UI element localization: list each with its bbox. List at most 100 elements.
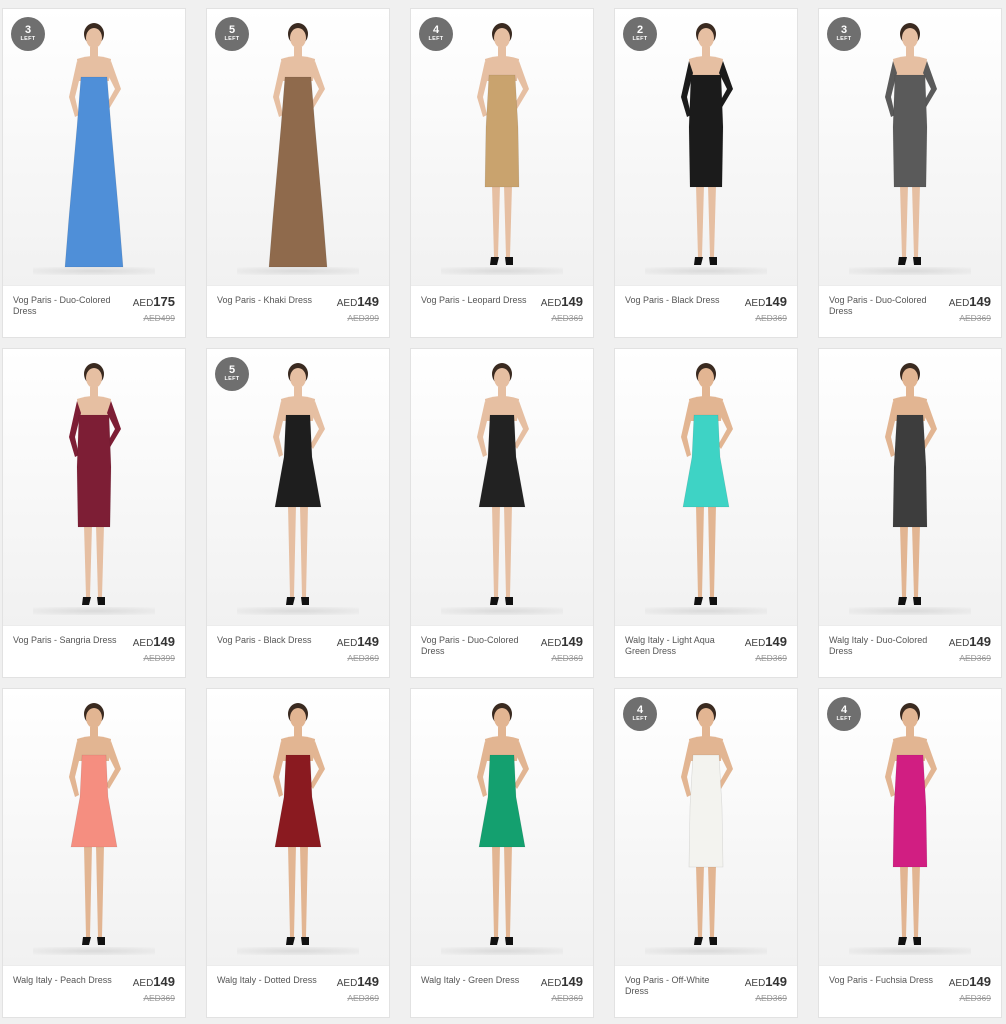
product-price: AED149 AED369 <box>949 633 991 663</box>
product-info: Vog Paris - Sangria Dress AED149 AED399 <box>3 625 185 677</box>
product-image[interactable]: 4 LEFT <box>615 689 797 965</box>
product-price: AED149 AED369 <box>745 973 787 1003</box>
price-currency: AED <box>336 978 358 989</box>
stock-left-badge: 4 LEFT <box>419 17 453 51</box>
product-image[interactable]: 5 LEFT <box>207 9 389 285</box>
product-image[interactable]: 3 LEFT <box>3 9 185 285</box>
product-name[interactable]: Vog Paris - Off-White Dress <box>625 975 733 997</box>
product-card[interactable]: Vog Paris - Duo-Colored Dress AED149 AED36… <box>410 348 594 678</box>
price-amount: 149 <box>153 634 175 649</box>
original-price: AED369 <box>959 653 991 663</box>
product-price: AED149 AED369 <box>745 633 787 663</box>
price-currency: AED <box>336 298 358 309</box>
product-name[interactable]: Vog Paris - Black Dress <box>217 635 325 646</box>
product-image[interactable] <box>615 349 797 625</box>
product-info: Vog Paris - Fuchsia Dress AED149 AED369 <box>819 965 1001 1017</box>
product-name[interactable]: Vog Paris - Duo-Colored Dress <box>829 295 937 317</box>
original-price: AED369 <box>347 993 379 1003</box>
product-name[interactable]: Vog Paris - Duo-Colored Dress <box>13 295 121 317</box>
product-image[interactable]: 4 LEFT <box>819 689 1001 965</box>
product-card[interactable]: 3 LEFT Vog Paris - Duo-Colored Dress AED175… <box>2 8 186 338</box>
product-info: Walg Italy - Green Dress AED149 AED369 <box>411 965 593 1017</box>
price-amount: 149 <box>153 974 175 989</box>
original-price: AED499 <box>143 313 175 323</box>
stock-left-label: LEFT <box>836 36 852 42</box>
stock-left-count: 4 <box>636 704 644 716</box>
stock-left-count: 3 <box>24 24 32 36</box>
price-currency: AED <box>744 638 766 649</box>
product-name[interactable]: Vog Paris - Leopard Dress <box>421 295 529 306</box>
model-figure <box>268 23 328 268</box>
product-image[interactable] <box>819 349 1001 625</box>
stock-left-count: 4 <box>840 704 848 716</box>
product-info: Vog Paris - Black Dress AED149 AED369 <box>207 625 389 677</box>
product-price: AED149 AED369 <box>949 293 991 323</box>
product-card[interactable]: 3 LEFT Vog Paris - Duo-Colored Dress AED149… <box>818 8 1002 338</box>
product-price: AED149 AED369 <box>337 633 379 663</box>
stock-left-label: LEFT <box>20 36 36 42</box>
product-image[interactable] <box>411 689 593 965</box>
product-name[interactable]: Vog Paris - Fuchsia Dress <box>829 975 937 986</box>
price-currency: AED <box>948 298 970 309</box>
price-amount: 149 <box>969 634 991 649</box>
product-info: Walg Italy - Light Aqua Green Dress AED14… <box>615 625 797 677</box>
product-card[interactable]: Walg Italy - Light Aqua Green Dress AED14… <box>614 348 798 678</box>
price-amount: 149 <box>765 634 787 649</box>
product-card[interactable]: Walg Italy - Peach Dress AED149 AED369 <box>2 688 186 1018</box>
product-name[interactable]: Walg Italy - Green Dress <box>421 975 529 986</box>
product-name[interactable]: Walg Italy - Light Aqua Green Dress <box>625 635 733 657</box>
product-name[interactable]: Vog Paris - Khaki Dress <box>217 295 325 306</box>
product-name[interactable]: Walg Italy - Duo-Colored Dress <box>829 635 937 657</box>
stock-left-count: 5 <box>228 364 236 376</box>
price-currency: AED <box>744 978 766 989</box>
product-price: AED149 AED369 <box>541 973 583 1003</box>
product-image[interactable]: 2 LEFT <box>615 9 797 285</box>
product-info: Vog Paris - Khaki Dress AED149 AED399 <box>207 285 389 337</box>
product-card[interactable]: 4 LEFT Vog Paris - Fuchsia Dress AED149 AED3… <box>818 688 1002 1018</box>
price-currency: AED <box>540 638 562 649</box>
product-name[interactable]: Vog Paris - Duo-Colored Dress <box>421 635 529 657</box>
product-image[interactable] <box>207 689 389 965</box>
product-image[interactable] <box>411 349 593 625</box>
price-currency: AED <box>132 298 154 309</box>
product-card[interactable]: Walg Italy - Green Dress AED149 AED369 <box>410 688 594 1018</box>
original-price: AED399 <box>143 653 175 663</box>
product-card[interactable]: Walg Italy - Dotted Dress AED149 AED369 <box>206 688 390 1018</box>
model-figure <box>69 363 121 605</box>
product-image[interactable]: 5 LEFT <box>207 349 389 625</box>
product-name[interactable]: Vog Paris - Black Dress <box>625 295 733 306</box>
product-name[interactable]: Walg Italy - Peach Dress <box>13 975 121 986</box>
product-card[interactable]: 4 LEFT Vog Paris - Off-White Dress AED149 AE… <box>614 688 798 1018</box>
product-image[interactable]: 3 LEFT <box>819 9 1001 285</box>
product-info: Vog Paris - Duo-Colored Dress AED175 AED49… <box>3 285 185 337</box>
product-card[interactable]: 2 LEFT Vog Paris - Black Dress AED149 AED369 <box>614 8 798 338</box>
product-info: Vog Paris - Duo-Colored Dress AED149 AED36… <box>411 625 593 677</box>
original-price: AED369 <box>347 653 379 663</box>
product-name[interactable]: Walg Italy - Dotted Dress <box>217 975 325 986</box>
product-grid: 3 LEFT Vog Paris - Duo-Colored Dress AED175… <box>0 0 1006 1024</box>
product-card[interactable]: Vog Paris - Sangria Dress AED149 AED399 <box>2 348 186 678</box>
product-name[interactable]: Vog Paris - Sangria Dress <box>13 635 121 646</box>
stock-left-badge: 5 LEFT <box>215 17 249 51</box>
original-price: AED369 <box>551 313 583 323</box>
price-amount: 175 <box>153 294 175 309</box>
product-price: AED149 AED369 <box>745 293 787 323</box>
product-info: Vog Paris - Duo-Colored Dress AED149 AED36… <box>819 285 1001 337</box>
product-card[interactable]: 5 LEFT Vog Paris - Black Dress AED149 AED369 <box>206 348 390 678</box>
product-image[interactable] <box>3 689 185 965</box>
product-image[interactable] <box>3 349 185 625</box>
product-card[interactable]: 5 LEFT Vog Paris - Khaki Dress AED149 AED399 <box>206 8 390 338</box>
product-price: AED175 AED499 <box>133 293 175 323</box>
model-figure <box>885 703 937 945</box>
model-figure <box>69 703 121 945</box>
product-card[interactable]: Walg Italy - Duo-Colored Dress AED149 AED3… <box>818 348 1002 678</box>
price-currency: AED <box>132 638 154 649</box>
stock-left-label: LEFT <box>632 36 648 42</box>
product-price: AED149 AED369 <box>541 633 583 663</box>
price-amount: 149 <box>561 634 583 649</box>
product-image[interactable]: 4 LEFT <box>411 9 593 285</box>
product-price: AED149 AED399 <box>337 293 379 323</box>
product-card[interactable]: 4 LEFT Vog Paris - Leopard Dress AED149 AED3… <box>410 8 594 338</box>
price-amount: 149 <box>561 294 583 309</box>
price-currency: AED <box>948 638 970 649</box>
